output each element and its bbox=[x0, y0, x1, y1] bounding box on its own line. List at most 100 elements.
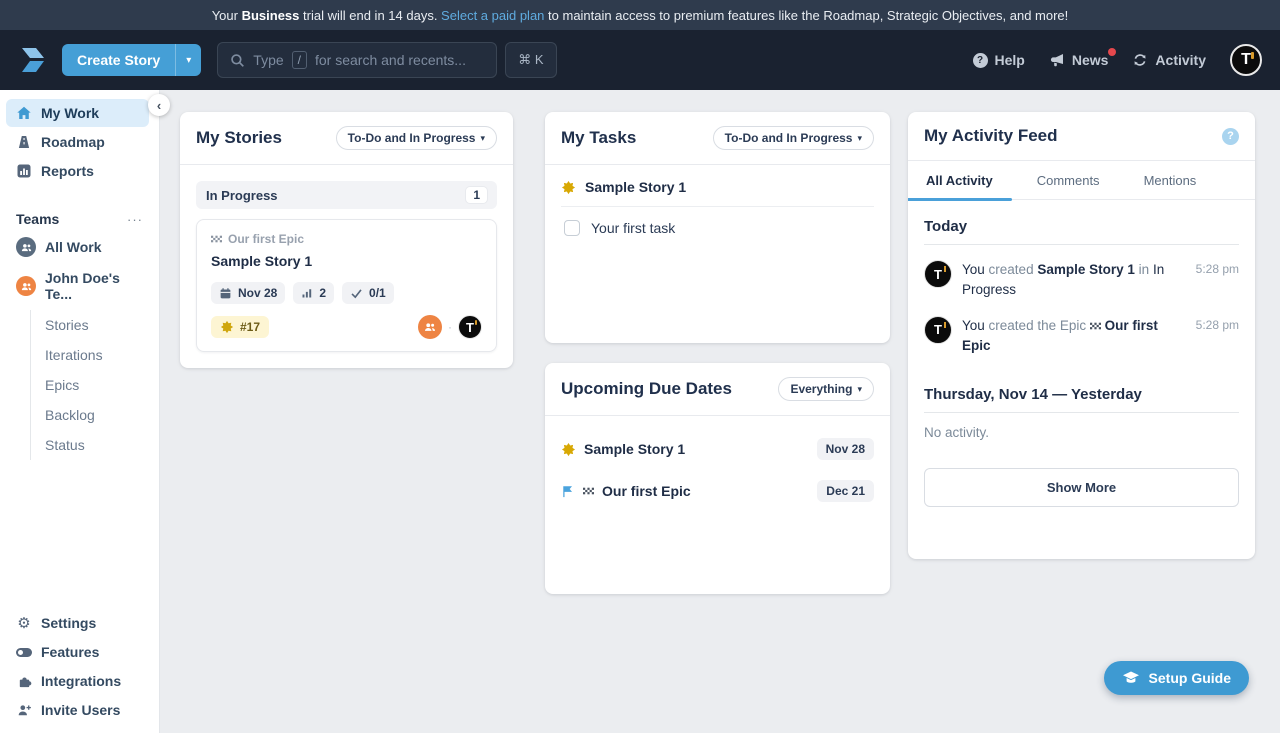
dot-separator: · bbox=[448, 320, 452, 334]
story-card[interactable]: Our first Epic Sample Story 1 Nov 28 2 bbox=[196, 219, 497, 352]
due-date-row[interactable]: Our first Epic Dec 21 bbox=[561, 470, 874, 512]
sidebar-item-invite-users[interactable]: Invite Users bbox=[6, 696, 149, 724]
shortcut-logo-icon[interactable] bbox=[18, 45, 48, 75]
top-navbar: Create Story ▾ Type / for search and rec… bbox=[0, 30, 1280, 90]
sidebar-collapse-button[interactable]: ‹ bbox=[148, 94, 170, 116]
flag-icon bbox=[561, 484, 575, 499]
teams-title: Teams bbox=[16, 211, 59, 227]
epic-checkered-icon bbox=[211, 235, 222, 243]
check-icon bbox=[350, 287, 363, 300]
search-input[interactable]: Type / for search and recents... bbox=[217, 42, 497, 78]
group-label: In Progress bbox=[206, 188, 278, 203]
points-badge: 2 bbox=[293, 282, 334, 304]
tab-comments[interactable]: Comments bbox=[1035, 161, 1102, 199]
tasks-count-label: 0/1 bbox=[369, 286, 386, 300]
my-stories-filter-dropdown[interactable]: To-Do and In Progress ▾ bbox=[336, 126, 497, 150]
avatar-letter: T bbox=[1241, 51, 1251, 69]
create-story-button[interactable]: Create Story bbox=[62, 44, 175, 76]
feed-avatar: T bbox=[924, 316, 952, 344]
road-icon bbox=[16, 134, 32, 150]
sidebar-item-status[interactable]: Status bbox=[31, 430, 159, 460]
task-checkbox[interactable] bbox=[564, 220, 580, 236]
story-star-icon bbox=[220, 320, 234, 334]
help-button[interactable]: ? Help bbox=[973, 52, 1025, 68]
sidebar-item-roadmap[interactable]: Roadmap bbox=[6, 128, 149, 156]
feed-avatar: T bbox=[924, 260, 952, 288]
no-activity-text: No activity. bbox=[924, 425, 1239, 440]
story-star-icon bbox=[561, 180, 576, 195]
sidebar-item-stories[interactable]: Stories bbox=[31, 310, 159, 340]
sidebar-item-epics[interactable]: Epics bbox=[31, 370, 159, 400]
tab-mentions[interactable]: Mentions bbox=[1142, 161, 1199, 199]
my-tasks-filter-dropdown[interactable]: To-Do and In Progress ▾ bbox=[713, 126, 874, 150]
sidebar-footer: ⚙ Settings Features Integrations Invite … bbox=[0, 608, 159, 725]
due-date-pill: Dec 21 bbox=[817, 480, 874, 502]
activity-button[interactable]: Activity bbox=[1132, 52, 1206, 68]
sidebar-item-iterations[interactable]: Iterations bbox=[31, 340, 159, 370]
feed-timestamp: 5:28 pm bbox=[1196, 260, 1239, 301]
my-tasks-card: My Tasks To-Do and In Progress ▾ Sample … bbox=[545, 112, 890, 343]
search-placeholder: Type bbox=[253, 52, 283, 68]
team-avatar[interactable] bbox=[418, 315, 442, 339]
cmd-k-shortcut-badge[interactable]: ⌘ K bbox=[505, 42, 556, 78]
sidebar-item-my-work[interactable]: My Work bbox=[6, 99, 149, 127]
my-tasks-title: My Tasks bbox=[561, 128, 636, 148]
sidebar-item-backlog[interactable]: Backlog bbox=[31, 400, 159, 430]
activity-sync-icon bbox=[1132, 52, 1148, 68]
sidebar-item-features[interactable]: Features bbox=[6, 638, 149, 666]
create-story-split-button[interactable]: Create Story ▾ bbox=[62, 44, 201, 76]
activity-label: Activity bbox=[1155, 52, 1206, 68]
sidebar-item-john-does-team[interactable]: John Doe's Te... bbox=[6, 264, 149, 308]
bar-chart-icon bbox=[16, 163, 32, 179]
sidebar-item-label: Reports bbox=[41, 163, 94, 179]
avatar-letter: T bbox=[934, 322, 942, 337]
feed-item[interactable]: T You created the Epic Our first Epic 5:… bbox=[924, 316, 1239, 357]
help-label: Help bbox=[995, 52, 1025, 68]
main-content: My Stories To-Do and In Progress ▾ In Pr… bbox=[160, 90, 1280, 733]
story-name: Sample Story 1 bbox=[211, 253, 482, 269]
due-date-row[interactable]: Sample Story 1 Nov 28 bbox=[561, 428, 874, 470]
filter-label: To-Do and In Progress bbox=[348, 131, 476, 145]
banner-text: trial will end in 14 days. bbox=[299, 8, 441, 23]
show-more-button[interactable]: Show More bbox=[924, 468, 1239, 507]
setup-guide-button[interactable]: Setup Guide bbox=[1104, 661, 1249, 695]
sidebar-item-settings[interactable]: ⚙ Settings bbox=[6, 609, 149, 637]
feed-text: You created Sample Story 1 in In Progres… bbox=[962, 260, 1170, 301]
feed-target: Sample Story 1 bbox=[1037, 262, 1135, 277]
help-icon[interactable]: ? bbox=[1222, 128, 1239, 145]
app-shell: ‹ My Work Roadmap Reports Teams ··· bbox=[0, 90, 1280, 733]
team-sub-list: Stories Iterations Epics Backlog Status bbox=[30, 310, 159, 460]
user-avatar[interactable]: T bbox=[1230, 44, 1262, 76]
all-work-avatar bbox=[16, 237, 36, 257]
story-id-label: #17 bbox=[240, 320, 260, 334]
task-row[interactable]: Your first task bbox=[564, 220, 874, 236]
feed-item[interactable]: T You created Sample Story 1 in In Progr… bbox=[924, 260, 1239, 301]
banner-text: to maintain access to premium features l… bbox=[544, 8, 1068, 23]
feed-day-heading: Today bbox=[924, 206, 1239, 245]
story-star-icon bbox=[561, 442, 576, 457]
sidebar-item-all-work[interactable]: All Work bbox=[6, 231, 149, 263]
create-story-caret-icon[interactable]: ▾ bbox=[175, 44, 201, 76]
avatar-letter: T bbox=[466, 320, 474, 335]
sidebar-item-label: Settings bbox=[41, 615, 96, 631]
my-stories-title: My Stories bbox=[196, 128, 282, 148]
owner-avatar[interactable]: T bbox=[458, 315, 482, 339]
in-progress-group-header[interactable]: In Progress 1 bbox=[196, 181, 497, 209]
teams-menu-icon[interactable]: ··· bbox=[127, 212, 143, 227]
sidebar-item-label: Invite Users bbox=[41, 702, 120, 718]
news-button[interactable]: News bbox=[1049, 52, 1109, 68]
tab-all-activity[interactable]: All Activity bbox=[924, 161, 995, 199]
sidebar-item-label: My Work bbox=[41, 105, 99, 121]
slash-key-hint: / bbox=[292, 51, 307, 69]
feed-action: created the Epic bbox=[989, 318, 1087, 333]
select-paid-plan-link[interactable]: Select a paid plan bbox=[441, 8, 544, 23]
sidebar-item-reports[interactable]: Reports bbox=[6, 157, 149, 185]
sidebar-item-integrations[interactable]: Integrations bbox=[6, 667, 149, 695]
feed-timestamp: 5:28 pm bbox=[1196, 316, 1239, 357]
due-dates-filter-dropdown[interactable]: Everything ▾ bbox=[778, 377, 874, 401]
news-label: News bbox=[1072, 52, 1109, 68]
sidebar-item-label: Integrations bbox=[41, 673, 121, 689]
my-stories-card: My Stories To-Do and In Progress ▾ In Pr… bbox=[180, 112, 513, 368]
toggle-icon bbox=[16, 644, 32, 660]
task-story-row[interactable]: Sample Story 1 bbox=[561, 179, 874, 207]
